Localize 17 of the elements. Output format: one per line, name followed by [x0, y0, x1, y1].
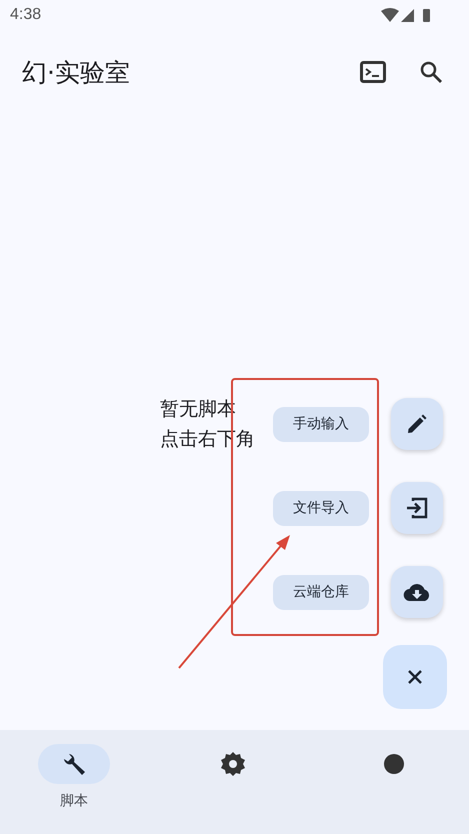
status-time: 4:38: [10, 6, 42, 24]
option-label[interactable]: 云端仓库: [273, 574, 369, 610]
app-title: 幻·实验室: [22, 56, 131, 88]
pencil-icon: [405, 412, 429, 436]
close-icon: [407, 669, 423, 685]
wrench-icon: [61, 751, 87, 777]
option-button[interactable]: [391, 566, 443, 618]
search-icon[interactable]: [419, 60, 443, 84]
nav-icon: [382, 752, 406, 776]
import-icon: [405, 496, 429, 520]
gear-icon: [220, 751, 246, 777]
option-label[interactable]: 文件导入: [273, 490, 369, 526]
option-label[interactable]: 手动输入: [273, 406, 369, 442]
terminal-icon[interactable]: [360, 61, 386, 83]
cloud-download-icon: [403, 581, 431, 603]
option-button[interactable]: [391, 482, 443, 534]
option-button[interactable]: [391, 398, 443, 450]
